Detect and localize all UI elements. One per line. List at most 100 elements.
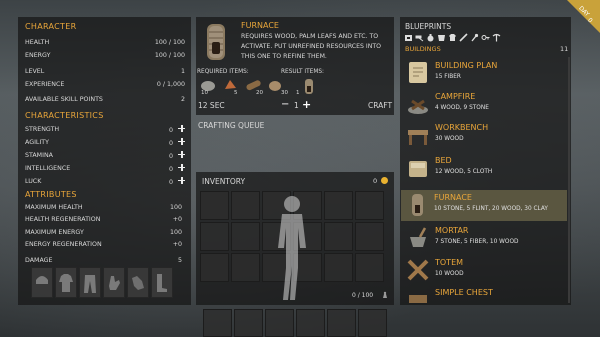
torch-category-icon[interactable] bbox=[470, 33, 479, 42]
hotbar-slot[interactable] bbox=[203, 309, 232, 337]
blueprints-scrollbar[interactable] bbox=[568, 57, 570, 303]
quantity-increase-button[interactable]: + bbox=[302, 98, 311, 111]
gloves-icon bbox=[109, 276, 120, 290]
totem-icon bbox=[407, 259, 429, 281]
bed-icon bbox=[409, 161, 427, 177]
inventory-slot[interactable] bbox=[231, 222, 260, 251]
pants-icon bbox=[84, 275, 96, 293]
result-items-label: RESULT ITEMS: bbox=[281, 69, 324, 75]
hotbar-slot[interactable] bbox=[327, 309, 356, 337]
attribute-max-energy: MAXIMUM ENERGY 100 bbox=[25, 229, 182, 236]
required-item-flint: 5 bbox=[221, 77, 239, 97]
stat-level: LEVEL 1 bbox=[25, 68, 185, 75]
coin-count: 0 bbox=[373, 177, 378, 185]
inventory-slot[interactable] bbox=[200, 222, 229, 251]
craft-button[interactable]: CRAFT bbox=[368, 101, 392, 110]
blueprints-count: 11 bbox=[560, 45, 569, 53]
plus-icon[interactable] bbox=[178, 164, 185, 171]
armor-category-icon[interactable] bbox=[437, 33, 446, 42]
potion-category-icon[interactable] bbox=[426, 33, 435, 42]
attribute-damage: DAMAGE 5 bbox=[25, 257, 182, 264]
coin-icon bbox=[381, 177, 388, 184]
workbench-icon bbox=[408, 130, 428, 145]
chest-icon bbox=[409, 295, 427, 303]
inventory-slot[interactable] bbox=[355, 253, 384, 282]
hotbar-slot[interactable] bbox=[358, 309, 387, 337]
shirt-icon bbox=[59, 274, 73, 292]
helmet-icon bbox=[36, 276, 48, 284]
characteristic-luck: LUCK 0 bbox=[25, 177, 185, 186]
furnace-icon bbox=[412, 194, 423, 216]
blueprint-item-mortar[interactable]: MORTAR 7 STONE, 5 FIBER, 10 WOOD bbox=[402, 223, 567, 252]
plus-icon[interactable] bbox=[178, 138, 185, 145]
stat-energy: ENERGY 100 / 100 bbox=[25, 52, 185, 59]
mortar-icon bbox=[410, 227, 427, 247]
required-item-wood: 20 bbox=[243, 77, 265, 97]
characteristic-strength: STRENGTH 0 bbox=[25, 125, 185, 134]
required-item-stone: 10 bbox=[199, 77, 217, 97]
characteristic-intelligence: INTELLIGENCE 0 bbox=[25, 164, 185, 173]
attribute-max-health: MAXIMUM HEALTH 100 bbox=[25, 204, 182, 211]
furnace-title: FURNACE bbox=[241, 21, 279, 30]
inventory-slot[interactable] bbox=[324, 191, 353, 220]
hotbar-slot[interactable] bbox=[296, 309, 325, 337]
building-category-icon[interactable] bbox=[404, 33, 413, 42]
character-title: CHARACTER bbox=[25, 22, 77, 31]
weight-icon bbox=[383, 291, 387, 298]
blueprint-item-bed[interactable]: BED 12 WOOD, 5 CLOTH bbox=[402, 153, 567, 182]
result-item-furnace: 1 bbox=[296, 77, 318, 97]
attributes-title: ATTRIBUTES bbox=[25, 190, 77, 199]
furnace-description: REQUIRES WOOD, PALM LEAFS AND ETC. TO AC… bbox=[241, 33, 382, 60]
blueprints-title: BLUEPRINTS bbox=[405, 22, 452, 31]
characteristic-agility: AGILITY 0 bbox=[25, 138, 185, 147]
hammer-category-icon[interactable] bbox=[415, 33, 424, 42]
hotbar-slot[interactable] bbox=[265, 309, 294, 337]
gloves-icon bbox=[132, 276, 144, 290]
blueprint-item-totem[interactable]: TOTEM 10 WOOD bbox=[402, 255, 567, 284]
equip-slot-gloves-2[interactable] bbox=[127, 267, 149, 298]
crafting-queue-title: CRAFTING QUEUE bbox=[198, 121, 265, 130]
furnace-icon bbox=[305, 79, 313, 94]
attribute-energy-regen: ENERGY REGENERATION +0 bbox=[25, 241, 182, 248]
stat-experience: EXPERIENCE 0 / 1,000 bbox=[25, 81, 185, 88]
inventory-slot[interactable] bbox=[200, 191, 229, 220]
plus-icon[interactable] bbox=[178, 177, 185, 184]
boots-icon bbox=[157, 274, 167, 292]
blueprint-item-campfire[interactable]: CAMPFIRE 4 WOOD, 9 STONE bbox=[402, 89, 567, 118]
equip-slot-chest[interactable] bbox=[55, 267, 77, 298]
required-item-clay: 30 bbox=[266, 77, 288, 97]
inventory-slot[interactable] bbox=[231, 191, 260, 220]
equip-slot-boots[interactable] bbox=[151, 267, 173, 298]
inventory-slot[interactable] bbox=[231, 253, 260, 282]
equip-slot-pants[interactable] bbox=[79, 267, 101, 298]
blueprint-item-simple-chest[interactable]: SIMPLE CHEST bbox=[402, 285, 567, 303]
equip-slot-helmet[interactable] bbox=[31, 267, 53, 298]
key-category-icon[interactable] bbox=[481, 33, 490, 42]
inventory-slot[interactable] bbox=[355, 222, 384, 251]
inventory-slot[interactable] bbox=[324, 222, 353, 251]
quantity-value: 1 bbox=[294, 101, 299, 110]
shirt-category-icon[interactable] bbox=[448, 33, 457, 42]
blueprint-item-furnace[interactable]: FURNACE 10 STONE, 5 FLINT, 20 WOOD, 30 C… bbox=[401, 190, 567, 221]
quantity-decrease-button[interactable]: − bbox=[281, 99, 289, 110]
blueprint-category-tabs bbox=[404, 33, 501, 42]
required-items-label: REQUIRED ITEMS: bbox=[197, 69, 249, 75]
plus-icon[interactable] bbox=[178, 151, 185, 158]
pickaxe-category-icon[interactable] bbox=[492, 33, 501, 42]
blueprints-tab-label[interactable]: BUILDINGS bbox=[405, 45, 441, 53]
inventory-slot[interactable] bbox=[200, 253, 229, 282]
hotbar-slot[interactable] bbox=[234, 309, 263, 337]
blueprint-item-workbench[interactable]: WORKBENCH 30 WOOD bbox=[402, 120, 567, 149]
attribute-health-regen: HEALTH REGENERATION +0 bbox=[25, 216, 182, 223]
weapon-category-icon[interactable] bbox=[459, 33, 468, 42]
characteristics-title: CHARACTERISTICS bbox=[25, 111, 104, 120]
inventory-title: INVENTORY bbox=[202, 177, 246, 186]
inventory-capacity: 0 / 100 bbox=[352, 292, 374, 299]
equip-slot-gloves[interactable] bbox=[103, 267, 125, 298]
blueprint-item-building-plan[interactable]: BUILDING PLAN 15 FIBER bbox=[402, 58, 567, 87]
plus-icon[interactable] bbox=[178, 125, 185, 132]
inventory-slot[interactable] bbox=[355, 191, 384, 220]
inventory-slot[interactable] bbox=[324, 253, 353, 282]
furnace-icon bbox=[207, 24, 225, 60]
characteristic-stamina: STAMINA 0 bbox=[25, 151, 185, 160]
